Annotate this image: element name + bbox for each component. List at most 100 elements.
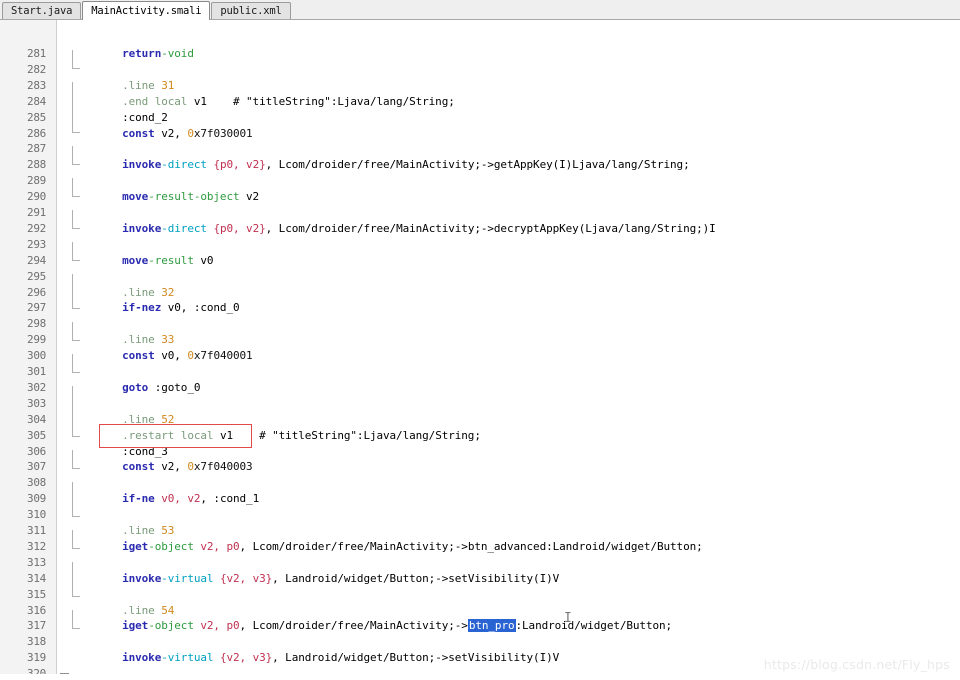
code-line[interactable]: 291 <box>0 205 960 221</box>
code-line-text[interactable]: invoke-virtual {v2, v3}, Landroid/widget… <box>96 571 559 587</box>
code-line[interactable]: 304 .line 52 <box>0 412 960 428</box>
code-line[interactable]: 283 .line 31 <box>0 78 960 94</box>
line-number: 282 <box>27 62 46 76</box>
line-number: 284 <box>27 94 46 108</box>
fold-guide <box>72 178 80 197</box>
code-line[interactable]: 309 if-ne v0, v2, :cond_1 <box>0 491 960 507</box>
code-line[interactable]: 312 iget-object v2, p0, Lcom/droider/fre… <box>0 539 960 555</box>
code-line-text[interactable]: iget-object v2, p0, Lcom/droider/free/Ma… <box>96 539 703 555</box>
code-line[interactable]: 288 invoke-direct {p0, v2}, Lcom/droider… <box>0 157 960 173</box>
line-number: 306 <box>27 444 46 458</box>
fold-guide <box>72 210 80 229</box>
line-number: 286 <box>27 126 46 140</box>
code-line[interactable]: 302 goto :goto_0 <box>0 380 960 396</box>
line-number: 292 <box>27 221 46 235</box>
code-line[interactable]: 318 <box>0 634 960 650</box>
code-line-text[interactable]: .end local v1 # "titleString":Ljava/lang… <box>96 94 455 110</box>
code-line[interactable]: 282 <box>0 62 960 78</box>
line-number: 294 <box>27 253 46 267</box>
code-line[interactable]: 314 invoke-virtual {v2, v3}, Landroid/wi… <box>0 571 960 587</box>
code-line[interactable]: 295 <box>0 269 960 285</box>
fold-guide <box>72 146 80 165</box>
watermark-text: https://blog.csdn.net/Fly_hps <box>763 657 950 672</box>
line-number: 303 <box>27 396 46 410</box>
line-number: 288 <box>27 158 46 172</box>
code-line-text[interactable]: return-void <box>96 46 194 62</box>
code-line-text[interactable]: move-result v0 <box>96 253 213 269</box>
line-number: 309 <box>27 492 46 506</box>
code-line[interactable]: 311 .line 53 <box>0 523 960 539</box>
code-line-text[interactable]: .line 54 <box>96 603 174 619</box>
code-line-text[interactable]: const v0, 0x7f040001 <box>96 348 253 364</box>
code-line-text[interactable]: if-ne v0, v2, :cond_1 <box>96 491 259 507</box>
code-line-text[interactable]: invoke-virtual {v2, v3}, Landroid/widget… <box>96 650 559 666</box>
code-line[interactable]: 307 const v2, 0x7f040003 <box>0 459 960 475</box>
code-line-text[interactable]: .line 33 <box>96 332 174 348</box>
code-line[interactable]: 289 <box>0 173 960 189</box>
line-number: 281 <box>27 47 46 60</box>
line-number: 298 <box>27 317 46 331</box>
line-number: 299 <box>27 333 46 347</box>
code-line[interactable]: 310 <box>0 507 960 523</box>
fold-guide <box>72 354 80 373</box>
code-line-text[interactable]: move-result-object v2 <box>96 189 259 205</box>
code-line-text[interactable]: .line 32 <box>96 285 174 301</box>
code-text-area[interactable]: 281 return-void 282 283 .line 31 284 .end l… <box>0 20 960 680</box>
code-line[interactable]: 316 .line 54 <box>0 603 960 619</box>
code-line-text[interactable]: if-nez v0, :cond_0 <box>96 300 240 316</box>
tab-start-java[interactable]: Start.java <box>2 2 82 19</box>
text-cursor-icon: I <box>564 611 572 626</box>
code-line[interactable]: 303 <box>0 396 960 412</box>
code-line-text[interactable]: :cond_3 <box>96 444 168 460</box>
code-line-text[interactable]: iget-object v2, p0, Lcom/droider/free/Ma… <box>96 618 672 634</box>
code-line-text[interactable]: invoke-direct {p0, v2}, Lcom/droider/fre… <box>96 221 716 237</box>
code-line[interactable]: 287 <box>0 141 960 157</box>
code-line[interactable]: 305 .restart local v1 # "titleString":Lj… <box>0 428 960 444</box>
code-line[interactable]: 306 :cond_3 <box>0 444 960 460</box>
code-line[interactable]: 297 if-nez v0, :cond_0 <box>0 300 960 316</box>
fold-guide <box>72 530 80 549</box>
code-line[interactable]: 292 invoke-direct {p0, v2}, Lcom/droider… <box>0 221 960 237</box>
line-number: 291 <box>27 206 46 219</box>
code-line[interactable]: 300 const v0, 0x7f040001 <box>0 348 960 364</box>
line-number: 301 <box>27 365 46 378</box>
code-line[interactable]: 298 <box>0 316 960 332</box>
code-line[interactable]: 317 iget-object v2, p0, Lcom/droider/fre… <box>0 618 960 634</box>
code-line[interactable]: 284 .end local v1 # "titleString":Ljava/… <box>0 94 960 110</box>
code-line[interactable]: 308 <box>0 475 960 491</box>
code-line[interactable]: 296 .line 32 <box>0 285 960 301</box>
smali-editor-window: Start.java MainActivity.smali public.xml… <box>0 0 960 680</box>
line-number: 310 <box>27 508 46 522</box>
fold-guide <box>72 386 80 437</box>
fold-guide <box>72 562 80 597</box>
code-line-text[interactable]: :cond_2 <box>96 110 168 126</box>
line-number: 302 <box>27 380 46 394</box>
code-line[interactable]: 286 const v2, 0x7f030001 <box>0 126 960 142</box>
code-line-text[interactable]: const v2, 0x7f030001 <box>96 126 253 142</box>
tab-public-xml[interactable]: public.xml <box>211 2 291 19</box>
code-line-text[interactable]: .line 52 <box>96 412 174 428</box>
code-line[interactable]: 313 <box>0 555 960 571</box>
code-editor[interactable]: 281 return-void 282 283 .line 31 284 .end l… <box>0 20 960 680</box>
code-line[interactable]: 281 return-void <box>0 46 960 62</box>
fold-guide <box>72 450 80 469</box>
editor-tab-bar: Start.java MainActivity.smali public.xml <box>0 0 960 20</box>
tab-mainactivity-smali[interactable]: MainActivity.smali <box>82 1 211 20</box>
line-number: 285 <box>27 110 46 124</box>
line-number: 307 <box>27 460 46 474</box>
code-line-text[interactable]: .line 31 <box>96 78 174 94</box>
code-line[interactable]: 285 :cond_2 <box>0 110 960 126</box>
code-line[interactable]: 294 move-result v0 <box>0 253 960 269</box>
code-line[interactable]: 293 <box>0 237 960 253</box>
code-line-text[interactable]: const v2, 0x7f040003 <box>96 459 253 475</box>
code-line-text[interactable]: .restart local v1 # "titleString":Ljava/… <box>96 428 481 444</box>
line-number: 296 <box>27 285 46 299</box>
code-line-text[interactable]: invoke-direct {p0, v2}, Lcom/droider/fre… <box>96 157 690 173</box>
code-line[interactable]: 315 <box>0 587 960 603</box>
code-line-text[interactable]: goto :goto_0 <box>96 380 200 396</box>
code-line[interactable]: 290 move-result-object v2 <box>0 189 960 205</box>
code-line[interactable]: 301 <box>0 364 960 380</box>
code-line-text[interactable]: .line 53 <box>96 523 174 539</box>
code-line[interactable]: 299 .line 33 <box>0 332 960 348</box>
fold-guide <box>72 82 80 133</box>
